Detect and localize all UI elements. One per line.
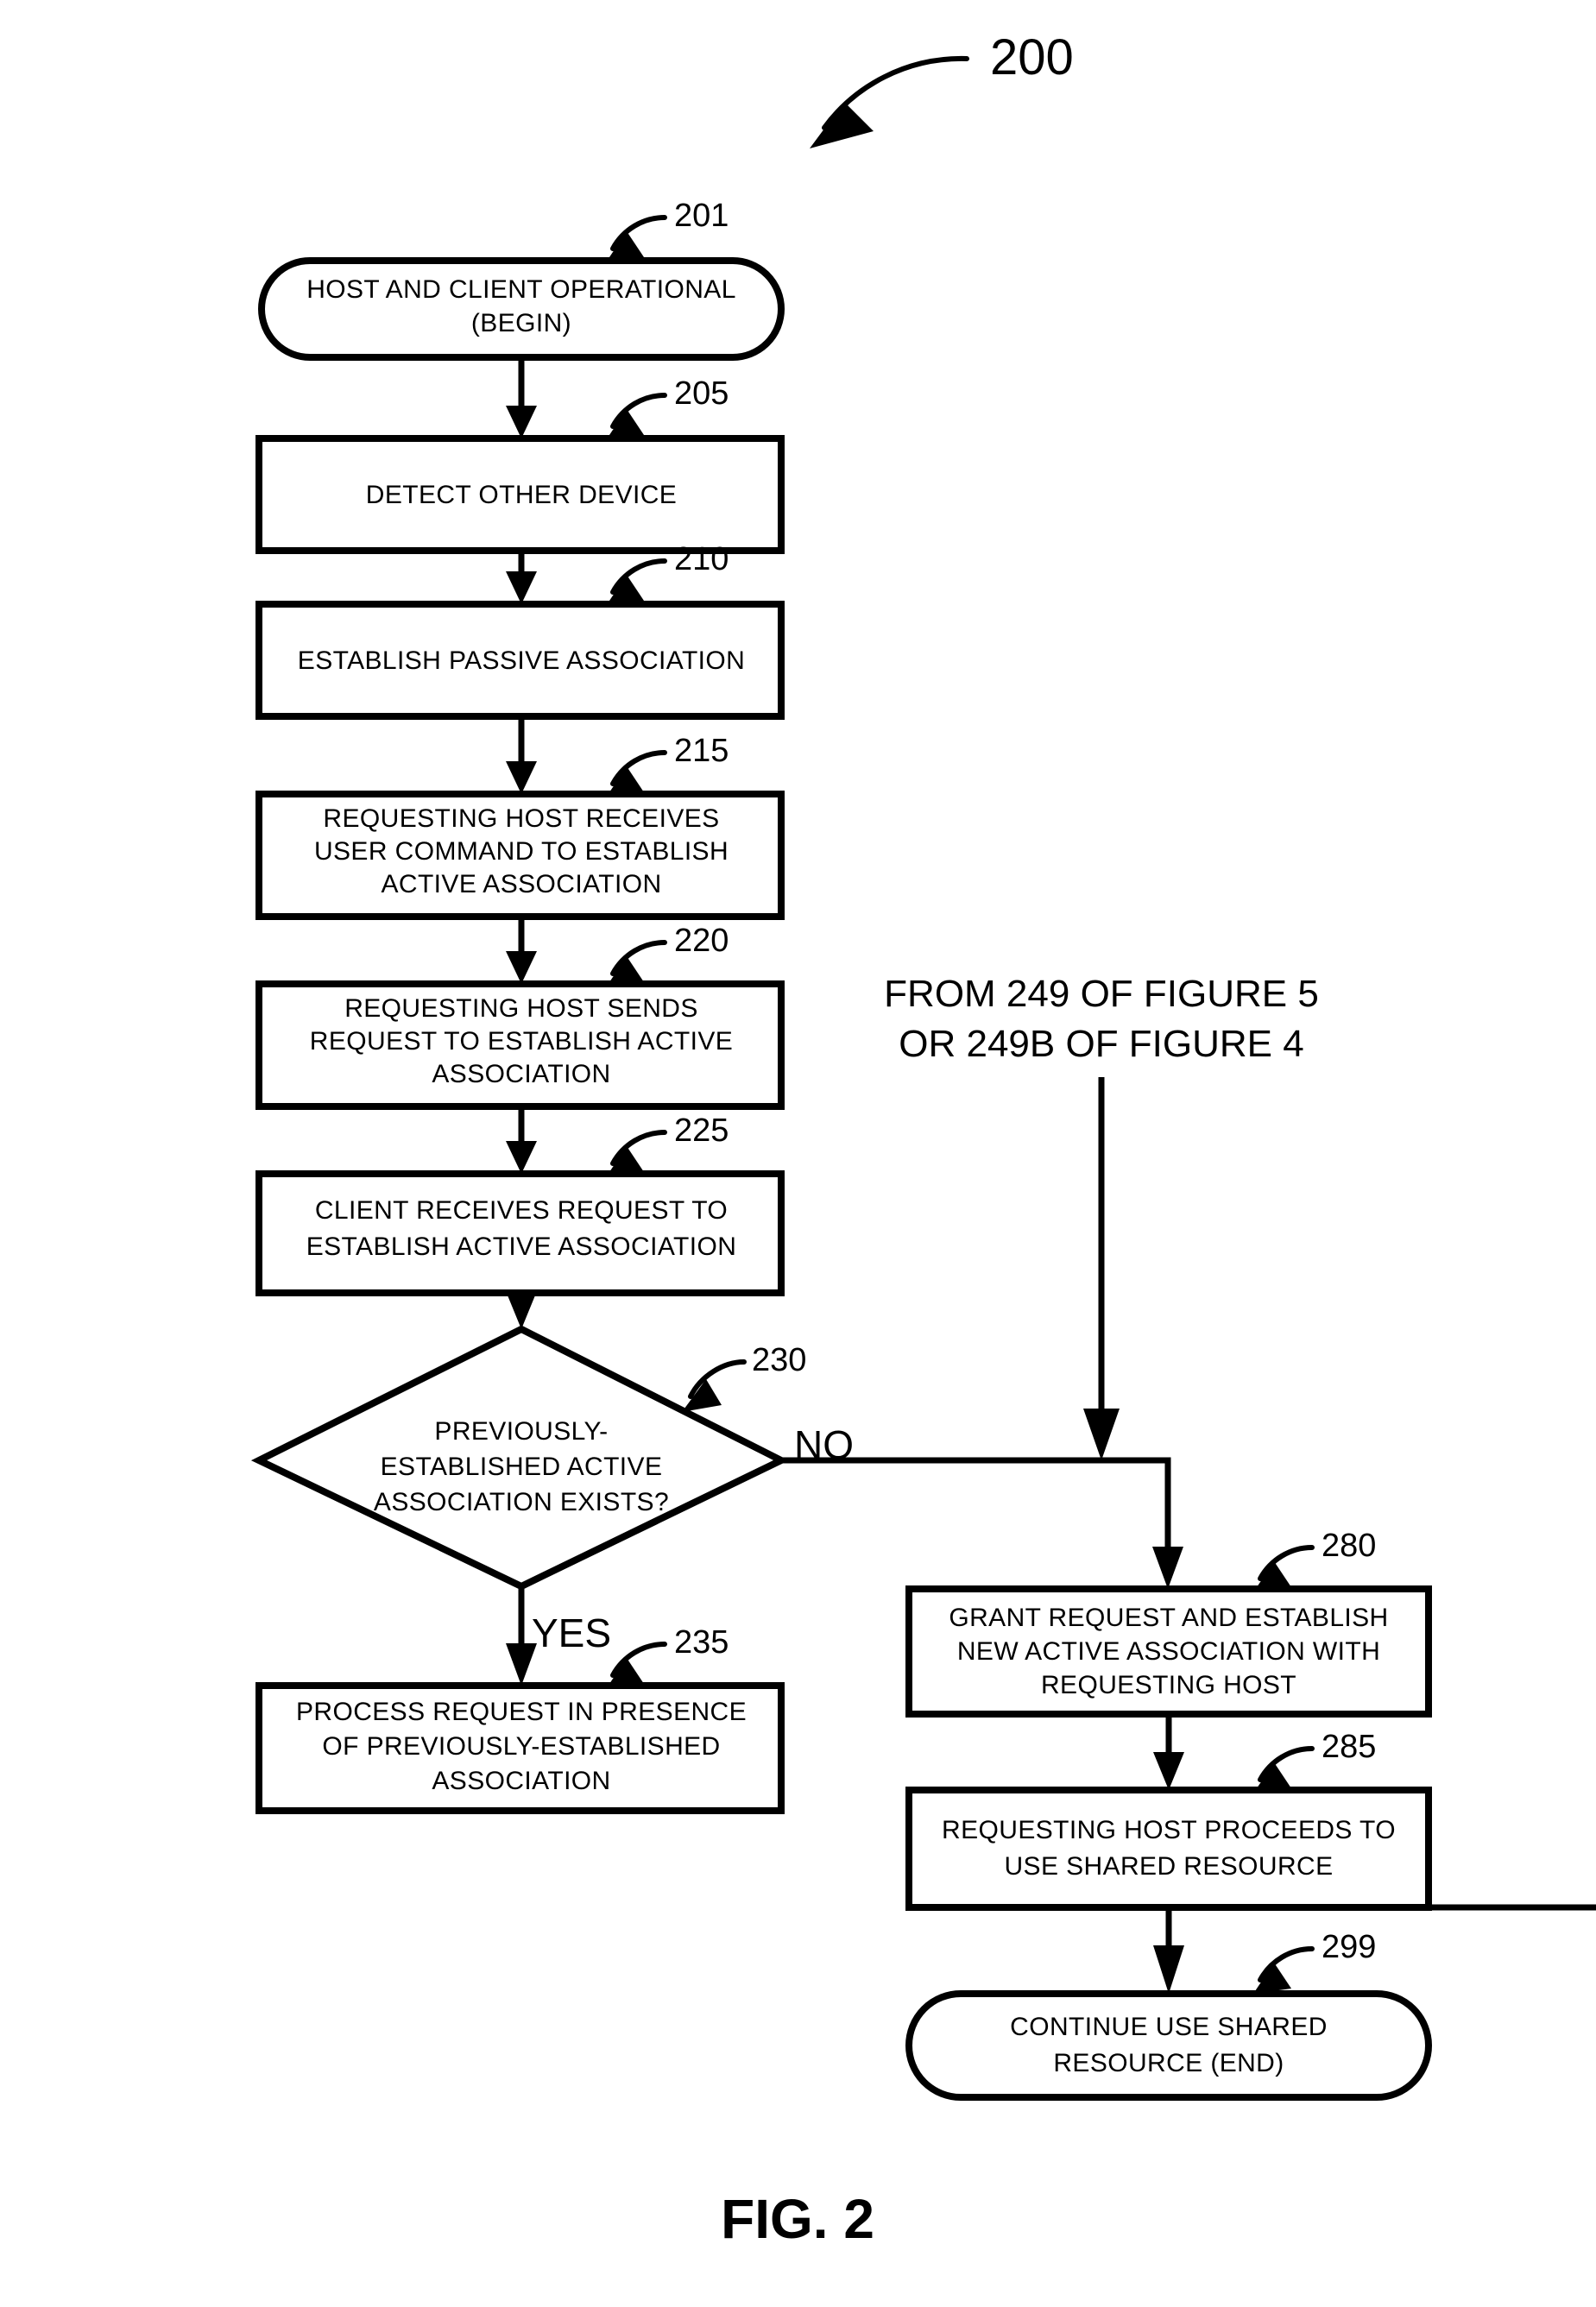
offpage-connector-line-2: OR 249B OF FIGURE 4	[899, 1023, 1303, 1065]
node-220-ref-number: 220	[674, 923, 729, 959]
connector-201-to-205	[506, 357, 537, 438]
node-299-line-2: RESOURCE (END)	[1053, 2049, 1284, 2077]
node-285-ref-leader: 285	[1253, 1729, 1376, 1793]
node-201-line-2: (BEGIN)	[471, 309, 571, 337]
node-201-ref-number: 201	[674, 198, 729, 234]
node-230-ref-number: 230	[752, 1342, 806, 1378]
node-215-line-3: ACTIVE ASSOCIATION	[381, 870, 661, 898]
node-230-line-2: ESTABLISHED ACTIVE	[381, 1453, 663, 1481]
node-235-line-3: ASSOCIATION	[432, 1767, 610, 1795]
node-280-line-2: NEW ACTIVE ASSOCIATION WITH	[957, 1637, 1380, 1666]
node-225-ref-leader: 225	[606, 1113, 729, 1177]
node-201-line-1: HOST AND CLIENT OPERATIONAL	[306, 275, 736, 304]
node-235-line-1: PROCESS REQUEST IN PRESENCE	[296, 1698, 747, 1726]
node-299-ref-number: 299	[1322, 1929, 1376, 1965]
node-230-ref-leader: 230	[682, 1342, 806, 1412]
node-210-process: ESTABLISH PASSIVE ASSOCIATION	[255, 601, 785, 720]
node-215-line-1: REQUESTING HOST RECEIVES	[323, 804, 719, 833]
figure-caption: FIG. 2	[721, 2188, 874, 2250]
node-201-ref-leader: 201	[606, 198, 729, 262]
node-235-process: PROCESS REQUEST IN PRESENCE OF PREVIOUSL…	[255, 1682, 785, 1814]
node-201-terminator: HOST AND CLIENT OPERATIONAL (BEGIN)	[258, 257, 785, 361]
node-280-process: GRANT REQUEST AND ESTABLISH NEW ACTIVE A…	[905, 1585, 1432, 1718]
node-235-ref-leader: 235	[606, 1624, 729, 1689]
node-280-ref-leader: 280	[1253, 1528, 1376, 1592]
node-299-terminator: CONTINUE USE SHARED RESOURCE (END)	[905, 1990, 1432, 2101]
node-225-line-1: CLIENT RECEIVES REQUEST TO	[315, 1196, 728, 1225]
connector-205-to-210	[506, 551, 537, 604]
node-285-shape	[905, 1787, 1432, 1911]
node-220-process: REQUESTING HOST SENDS REQUEST TO ESTABLI…	[255, 980, 785, 1110]
node-225-process: CLIENT RECEIVES REQUEST TO ESTABLISH ACT…	[255, 1170, 785, 1296]
node-285-process: REQUESTING HOST PROCEEDS TO USE SHARED R…	[905, 1787, 1432, 1911]
node-215-ref-number: 215	[674, 733, 729, 769]
connector-230-no-branch	[781, 1457, 1183, 1589]
node-205-line-1: DETECT OTHER DEVICE	[366, 481, 677, 509]
node-205-ref-number: 205	[674, 375, 729, 412]
diagram-ref-leader	[810, 55, 969, 148]
node-280-line-3: REQUESTING HOST	[1041, 1671, 1296, 1699]
diagram-ref-number: 200	[990, 29, 1074, 85]
connector-220-to-225	[506, 1106, 537, 1174]
node-220-line-1: REQUESTING HOST SENDS	[344, 994, 698, 1023]
branch-label-yes: YES	[532, 1610, 611, 1655]
node-299-ref-leader: 299	[1253, 1929, 1376, 1994]
node-220-ref-leader: 220	[606, 923, 729, 987]
node-280-ref-number: 280	[1322, 1528, 1376, 1564]
patent-figure-2: 200 HOST AND CLIENT OPERATIONAL (BEGIN) …	[0, 0, 1596, 2307]
node-280-line-1: GRANT REQUEST AND ESTABLISH	[949, 1604, 1388, 1632]
connector-225-to-230	[506, 1291, 537, 1329]
node-205-process: DETECT OTHER DEVICE	[255, 435, 785, 554]
node-210-ref-number: 210	[674, 541, 729, 577]
node-220-line-2: REQUEST TO ESTABLISH ACTIVE	[310, 1027, 733, 1056]
node-210-line-1: ESTABLISH PASSIVE ASSOCIATION	[298, 646, 745, 675]
node-215-ref-leader: 215	[606, 733, 729, 797]
node-285-line-1: REQUESTING HOST PROCEEDS TO	[942, 1816, 1396, 1844]
node-235-line-2: OF PREVIOUSLY-ESTABLISHED	[322, 1732, 720, 1761]
node-220-line-3: ASSOCIATION	[432, 1060, 610, 1088]
node-299-shape	[905, 1990, 1432, 2101]
node-215-line-2: USER COMMAND TO ESTABLISH	[314, 837, 729, 866]
node-225-line-2: ESTABLISH ACTIVE ASSOCIATION	[306, 1232, 737, 1261]
node-205-ref-leader: 205	[606, 375, 729, 440]
node-285-line-2: USE SHARED RESOURCE	[1004, 1852, 1333, 1881]
node-215-process: REQUESTING HOST RECEIVES USER COMMAND TO…	[255, 791, 785, 920]
node-230-line-1: PREVIOUSLY-	[434, 1417, 608, 1446]
node-230-decision: PREVIOUSLY- ESTABLISHED ACTIVE ASSOCIATI…	[250, 1325, 790, 1591]
connector-210-to-215	[506, 716, 537, 794]
connector-215-to-220	[506, 917, 537, 984]
node-235-ref-number: 235	[674, 1624, 729, 1661]
connector-280-to-285	[1153, 1714, 1184, 1790]
offpage-connector-from-249: FROM 249 OF FIGURE 5 OR 249B OF FIGURE 4	[884, 973, 1319, 1460]
node-225-ref-number: 225	[674, 1113, 729, 1149]
flowchart-canvas: 200 HOST AND CLIENT OPERATIONAL (BEGIN) …	[250, 29, 1596, 2250]
offpage-connector-line-1: FROM 249 OF FIGURE 5	[884, 973, 1319, 1015]
node-299-line-1: CONTINUE USE SHARED	[1010, 2013, 1328, 2041]
node-230-line-3: ASSOCIATION EXISTS?	[374, 1488, 669, 1516]
node-285-ref-number: 285	[1322, 1729, 1376, 1765]
